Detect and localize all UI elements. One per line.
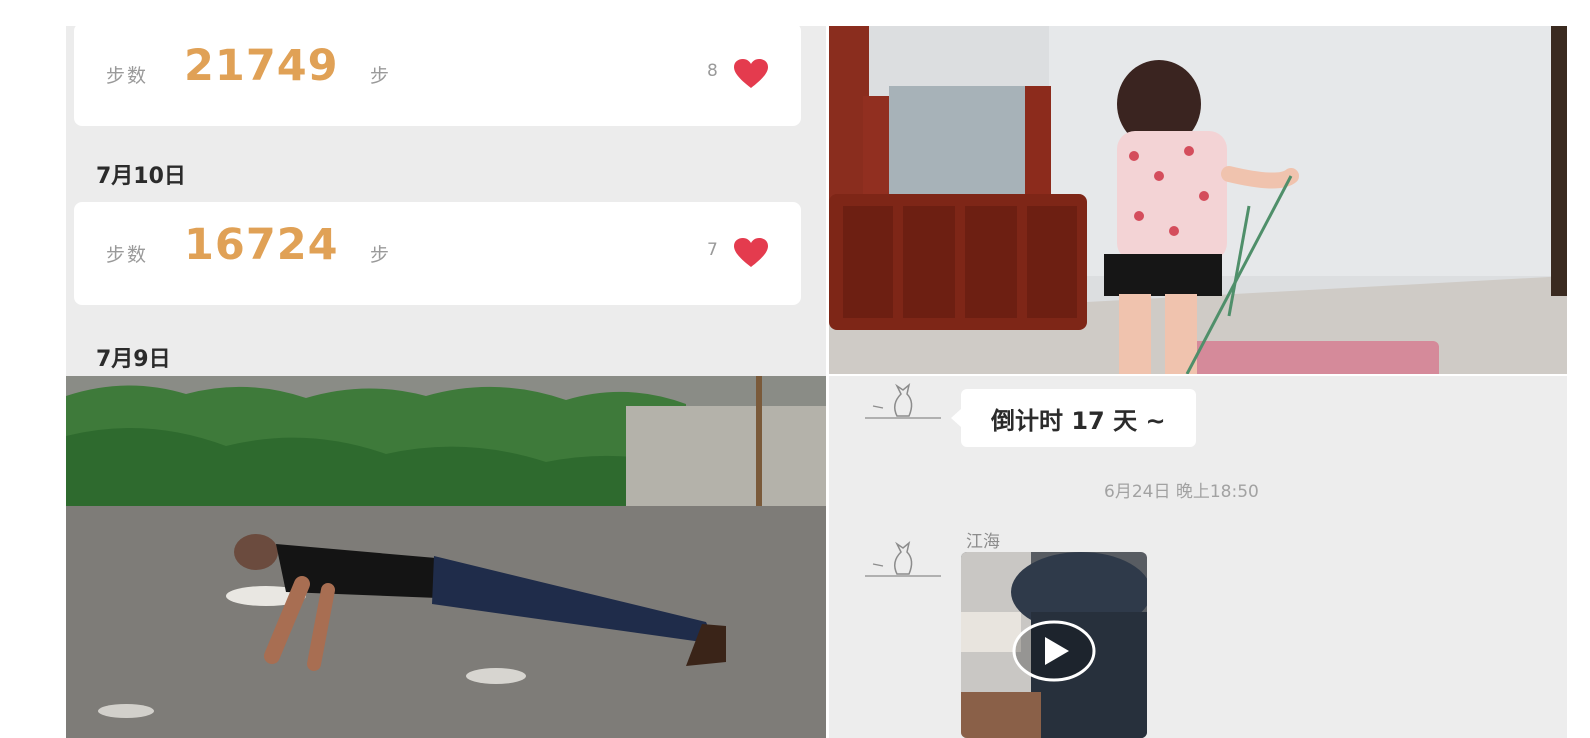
heart-icon[interactable] bbox=[734, 238, 768, 268]
step-card[interactable]: 步数 16724 步 7 bbox=[74, 202, 801, 305]
step-label: 步数 bbox=[106, 65, 149, 87]
step-log-panel: 步数 21749 步 8 7月10日 步数 16724 步 7 7月9日 bbox=[66, 26, 826, 376]
sender-name: 江海 bbox=[966, 532, 1000, 552]
step-count: 16724 bbox=[184, 220, 339, 270]
like-count: 8 bbox=[707, 61, 718, 81]
jump-rope-photo bbox=[829, 26, 1567, 374]
step-card[interactable]: 步数 21749 步 8 bbox=[74, 26, 801, 126]
video-message-thumbnail[interactable] bbox=[961, 552, 1147, 738]
cat-sketch-avatar-icon[interactable] bbox=[861, 540, 943, 600]
heart-icon[interactable] bbox=[734, 59, 768, 89]
step-unit: 步 bbox=[370, 244, 390, 266]
date-label: 7月9日 bbox=[96, 347, 171, 372]
step-unit: 步 bbox=[370, 65, 390, 87]
step-label: 步数 bbox=[106, 244, 149, 266]
chat-message-bubble[interactable]: 倒计时 17 天 ~ bbox=[951, 389, 1196, 447]
like-count: 7 bbox=[707, 240, 718, 260]
chat-timestamp: 6月24日 晚上18:50 bbox=[1104, 482, 1259, 502]
chat-panel: 倒计时 17 天 ~ 6月24日 晚上18:50 江海 bbox=[829, 376, 1567, 738]
pushup-photo bbox=[66, 376, 826, 738]
cat-sketch-avatar-icon[interactable] bbox=[861, 382, 943, 442]
play-icon[interactable] bbox=[1011, 619, 1097, 683]
step-count: 21749 bbox=[184, 41, 339, 91]
date-label: 7月10日 bbox=[96, 164, 186, 189]
